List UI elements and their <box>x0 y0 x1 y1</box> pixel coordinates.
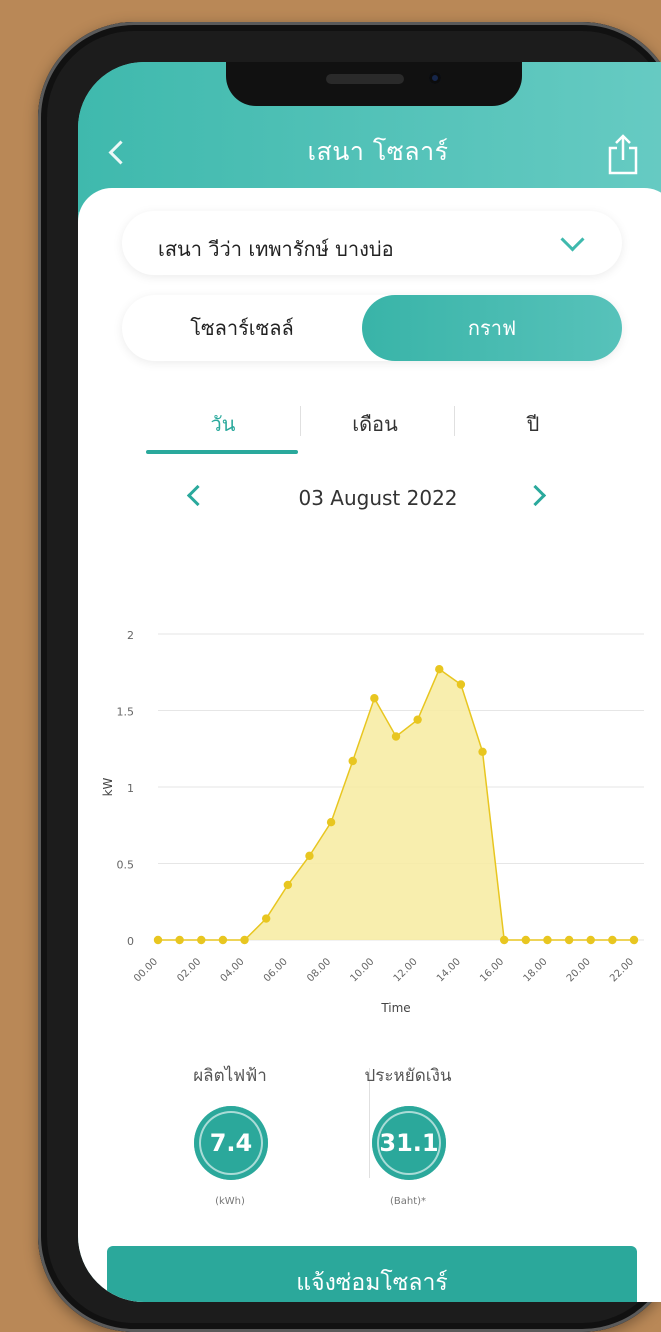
data-point <box>197 935 206 945</box>
project-name: เสนา วีว่า เทพารักษ์ บางบ่อ <box>158 237 394 261</box>
data-point <box>218 935 228 945</box>
stat-energy-value: 7.4 <box>194 1106 268 1180</box>
stats-panel: ผลิตไฟฟ้า 7.4 (kWh) ประหยัดเงิน 31.1 (Ba… <box>78 1048 661 1228</box>
x-tick-label: 00.00 <box>132 956 160 984</box>
x-tick-label: 22.00 <box>608 956 636 984</box>
toggle-graph[interactable]: กราฟ <box>362 295 622 361</box>
page-title: เสนา โซลาร์ <box>307 137 449 166</box>
data-point <box>175 935 184 945</box>
data-point <box>261 914 271 923</box>
tab-divider <box>454 406 455 436</box>
y-tick-label: 0.5 <box>117 859 135 872</box>
x-tick-label: 10.00 <box>348 956 376 984</box>
x-tick-label: 14.00 <box>435 956 463 984</box>
tab-year[interactable]: ปี <box>458 408 608 440</box>
x-tick-label: 12.00 <box>392 956 420 984</box>
data-point <box>348 756 357 766</box>
stat-energy-unit: (kWh) <box>215 1196 245 1207</box>
x-tick-label: 20.00 <box>565 956 593 984</box>
x-tick-label: 16.00 <box>478 956 506 984</box>
data-point <box>413 715 422 724</box>
tab-month[interactable]: เดือน <box>300 408 450 440</box>
data-point <box>391 732 401 741</box>
active-tab-indicator <box>146 450 298 454</box>
share-icon[interactable] <box>606 132 640 176</box>
period-tabs: วัน เดือน ปี <box>144 398 604 458</box>
tab-day[interactable]: วัน <box>148 408 298 440</box>
report-repair-button[interactable]: แจ้งซ่อมโซลาร์ <box>107 1246 637 1302</box>
view-toggle: โซลาร์เซลล์ กราฟ <box>122 295 622 361</box>
x-tick-label: 04.00 <box>219 956 247 984</box>
x-tick-label: 18.00 <box>522 956 550 984</box>
stat-savings-label: ประหยัดเงิน <box>364 1066 452 1086</box>
stat-energy-label: ผลิตไฟฟ้า <box>193 1066 267 1086</box>
data-point <box>608 935 617 945</box>
data-point <box>564 935 574 945</box>
y-tick-label: 1.5 <box>117 706 135 719</box>
data-point <box>499 935 509 945</box>
series-area <box>158 669 634 940</box>
data-point <box>478 747 487 757</box>
stat-savings-value: 31.1 <box>372 1106 446 1180</box>
y-tick-label: 2 <box>127 629 134 642</box>
y-tick-label: 0 <box>127 935 134 948</box>
data-point <box>586 935 595 945</box>
data-point <box>629 935 639 945</box>
y-tick-label: 1 <box>127 782 134 795</box>
data-point <box>153 935 163 945</box>
data-point <box>240 935 249 945</box>
data-point <box>521 935 531 945</box>
project-dropdown[interactable]: เสนา วีว่า เทพารักษ์ บางบ่อ <box>122 211 622 275</box>
toggle-solarcell[interactable]: โซลาร์เซลล์ <box>122 295 362 361</box>
data-point <box>326 817 336 827</box>
data-point <box>370 694 379 703</box>
x-tick-label: 08.00 <box>305 956 333 984</box>
power-chart: 0 0.5 1 1.5 2 kW 00.00 02.00 04.00 06.00 08.00 10.0… <box>101 629 644 1015</box>
stat-savings-unit: (Baht)* <box>389 1196 427 1207</box>
x-tick-label: 02.00 <box>175 956 203 984</box>
data-point <box>456 680 466 689</box>
data-point <box>543 935 552 945</box>
date-navigator: 03 August 2022 <box>78 474 661 524</box>
data-point <box>283 880 293 890</box>
app-screen: เสนา โซลาร์ เสนา วีว่า เทพารักษ์ บางบ่อ … <box>78 62 661 1302</box>
content-card: เสนา วีว่า เทพารักษ์ บางบ่อ โซลาร์เซลล์ … <box>78 188 661 1302</box>
data-point <box>435 664 444 674</box>
chevron-down-icon <box>560 227 585 252</box>
y-axis-label: kW <box>101 777 115 796</box>
x-axis-label: Time <box>380 1001 410 1015</box>
speaker-grille <box>326 74 404 84</box>
phone-notch <box>226 62 522 106</box>
x-tick-label: 06.00 <box>262 956 290 984</box>
front-camera <box>429 72 441 84</box>
data-point <box>305 851 314 861</box>
selected-date: 03 August 2022 <box>298 486 458 510</box>
